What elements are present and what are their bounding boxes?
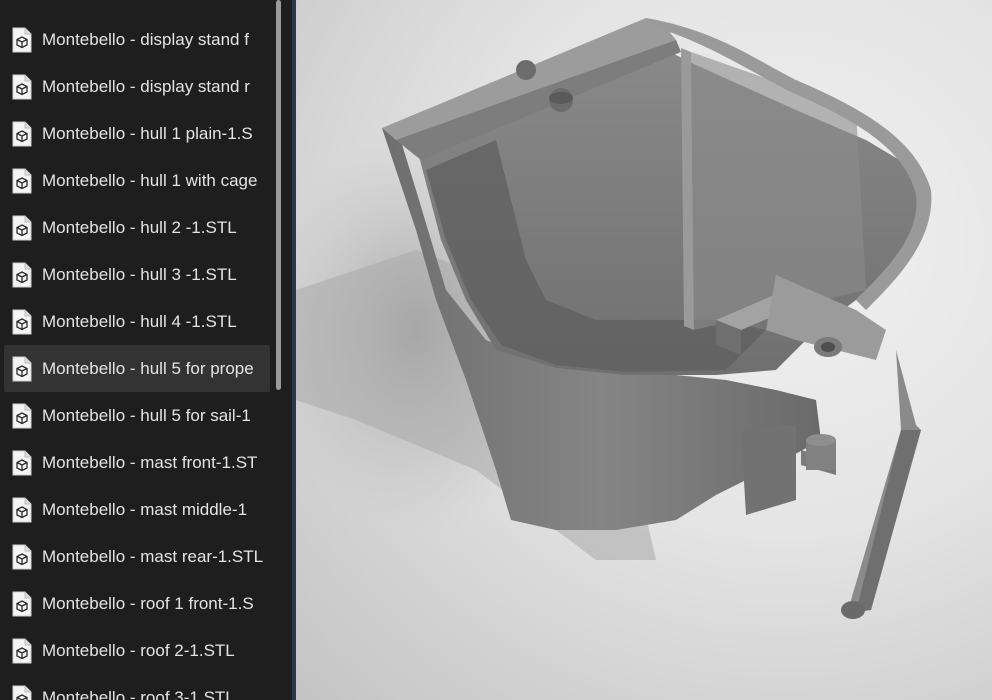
file-list-item[interactable]: Montebello - hull 2 -1.STL (4, 204, 270, 251)
file-name-label: Montebello - roof 2-1.STL (42, 640, 235, 660)
hull-3d-model (296, 18, 932, 619)
file-name-label: Montebello - mast middle-1 (42, 499, 248, 519)
stl-file-icon (11, 215, 33, 241)
scrollbar[interactable] (276, 0, 282, 700)
file-name-label: Montebello - hull 1 with cage (42, 170, 258, 190)
stl-file-icon (11, 168, 33, 194)
file-list-item[interactable]: Montebello - mast rear-1.STL (4, 533, 270, 580)
file-list-item[interactable]: Montebello - roof 2-1.STL (4, 627, 270, 674)
file-list-item[interactable]: Montebello - mast front-1.ST (4, 439, 270, 486)
stl-file-icon (11, 450, 33, 476)
file-list-item[interactable]: Montebello - display stand r (4, 63, 270, 110)
stl-file-icon (11, 591, 33, 617)
stl-file-icon (11, 309, 33, 335)
stl-file-icon (11, 685, 33, 700)
file-name-label: Montebello - mast rear-1.STL (42, 546, 264, 566)
file-name-label: Montebello - hull 3 -1.STL (42, 264, 237, 284)
file-list-item[interactable]: Montebello - mast middle-1 (4, 486, 270, 533)
file-name-label: Montebello - roof 1 front-1.S (42, 593, 254, 613)
file-name-label: Montebello - hull 5 for prope (42, 358, 254, 378)
stl-file-icon (11, 544, 33, 570)
file-name-label: Montebello - display stand r (42, 76, 250, 96)
file-name-label: Montebello - mast front-1.ST (42, 452, 258, 472)
file-list-item[interactable]: Montebello - hull 1 with cage (4, 157, 270, 204)
file-list-item[interactable]: Montebello - roof 1 front-1.S (4, 580, 270, 627)
stl-file-icon (11, 497, 33, 523)
file-list-item[interactable]: Montebello - hull 4 -1.STL (4, 298, 270, 345)
file-list-item[interactable]: Montebello - display stand f (4, 16, 270, 63)
stl-preview-viewport[interactable] (296, 0, 992, 700)
hull-fin-arm (841, 350, 921, 619)
stl-file-icon (11, 27, 33, 53)
file-name-label: Montebello - hull 2 -1.STL (42, 217, 237, 237)
file-explorer-window: Montebello - display stand f Montebello -… (0, 0, 992, 700)
stl-file-icon (11, 121, 33, 147)
stl-file-icon (11, 403, 33, 429)
file-list: Montebello - display stand f Montebello -… (0, 16, 276, 700)
file-list-item[interactable]: Montebello - hull 1 plain-1.S (4, 110, 270, 157)
file-list-item[interactable]: Montebello - hull 3 -1.STL (4, 251, 270, 298)
file-name-label: Montebello - hull 5 for sail-1 (42, 405, 251, 425)
file-name-label: Montebello - display stand f (42, 29, 249, 49)
file-list-pane: Montebello - display stand f Montebello -… (0, 0, 296, 700)
hull-lower-face (741, 425, 796, 515)
file-name-label: Montebello - hull 4 -1.STL (42, 311, 237, 331)
stl-file-icon (11, 638, 33, 664)
file-name-label: Montebello - hull 1 plain-1.S (42, 123, 253, 143)
file-list-item[interactable]: Montebello - hull 5 for prope (4, 345, 270, 392)
stl-file-icon (11, 74, 33, 100)
file-list-item[interactable]: Montebello - hull 5 for sail-1 (4, 392, 270, 439)
scrollbar-thumb[interactable] (276, 0, 281, 390)
stl-file-icon (11, 262, 33, 288)
file-name-label: Montebello - roof 3-1.STL (42, 687, 235, 700)
stl-file-icon (11, 356, 33, 382)
file-list-item[interactable]: Montebello - roof 3-1.STL (4, 674, 270, 700)
